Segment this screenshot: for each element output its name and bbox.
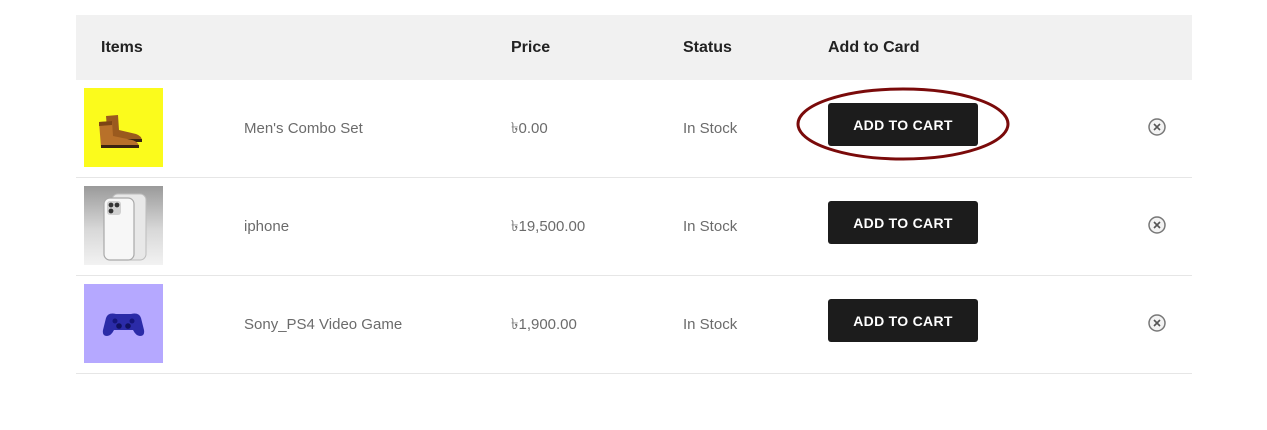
table-row: iphone ৳19,500.00 In Stock ADD TO CART [76,178,1192,276]
header-add-to-card: Add to Card [828,39,920,56]
stock-status: In Stock [683,218,738,235]
table-row: Men's Combo Set ৳0.00 In Stock ADD TO CA… [76,80,1192,178]
add-to-cart-button[interactable]: ADD TO CART [828,299,978,342]
product-name[interactable]: Men's Combo Set [244,80,363,177]
header-status: Status [683,39,732,56]
header-price: Price [511,39,551,56]
header-items: Items [101,39,143,56]
boots-image[interactable] [84,88,163,167]
product-price: ৳1,900.00 [511,316,577,333]
close-circle-icon[interactable] [1148,314,1166,332]
add-to-cart-button[interactable]: ADD TO CART [828,103,978,146]
close-circle-icon[interactable] [1148,216,1166,234]
product-price: ৳19,500.00 [511,218,586,235]
smartphone-image[interactable] [84,186,163,265]
table-header: Items Price Status Add to Card [76,15,1192,80]
add-to-cart-button[interactable]: ADD TO CART [828,201,978,244]
product-name[interactable]: Sony_PS4 Video Game [244,276,402,373]
close-circle-icon[interactable] [1148,118,1166,136]
table-row: Sony_PS4 Video Game ৳1,900.00 In Stock A… [76,276,1192,374]
stock-status: In Stock [683,316,738,333]
gamepad-image[interactable] [84,284,163,363]
product-name[interactable]: iphone [244,178,289,275]
stock-status: In Stock [683,120,738,137]
product-price: ৳0.00 [511,120,548,137]
wishlist-table: Items Price Status Add to Card Men's Com… [76,15,1192,374]
